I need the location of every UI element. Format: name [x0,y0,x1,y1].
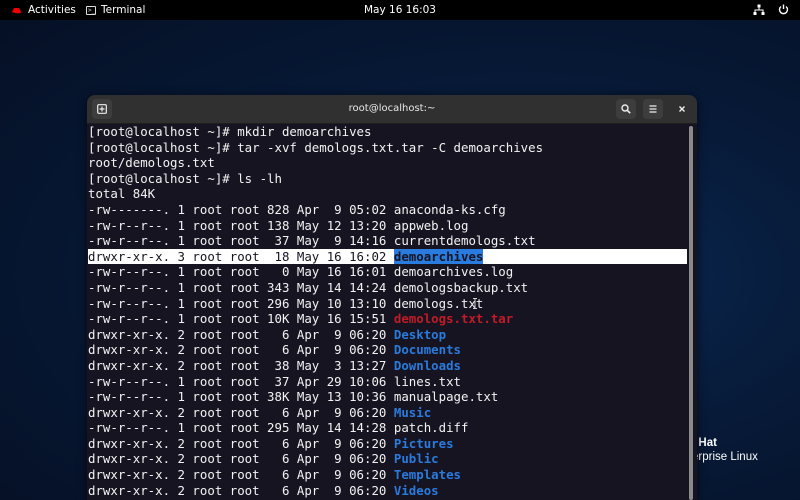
terminal-line[interactable]: -rw-r--r--. 1 root root 37 Apr 29 10:06 … [88,374,687,390]
file-name: anaconda-ks.cfg [393,201,506,217]
app-menu-label: Terminal [101,4,146,16]
line-text: -rw-r--r--. 1 root root 343 May 14 14:24 [88,279,394,295]
terminal-line[interactable]: [root@localhost ~]# mkdir demoarchives [88,124,687,140]
terminal-line[interactable]: drwxr-xr-x. 2 root root 6 Apr 9 06:20 De… [88,327,687,343]
line-text: drwxr-xr-x. 2 root root 6 Apr 9 06:20 [88,404,394,420]
terminal-line[interactable]: root/demologs.txt [88,155,687,171]
directory-name: Music [393,404,432,420]
file-name: currentdemologs.txt [393,233,536,249]
directory-name: Downloads [393,357,461,373]
terminal-line[interactable]: drwxr-xr-x. 2 root root 6 Apr 9 06:20 Do… [88,342,687,358]
archive-file-name: demologs.txt.tar [393,311,514,327]
terminal-line[interactable]: drwxr-xr-x. 2 root root 38 May 3 13:27 D… [88,358,687,374]
terminal-line[interactable]: drwxr-xr-x. 2 root root 6 Apr 9 06:20 Vi… [88,483,687,499]
scrollbar[interactable] [689,126,693,500]
file-name: demologs.txt [393,295,484,311]
power-icon[interactable] [778,0,789,20]
line-text: [root@localhost ~]# tar -xvf demologs.tx… [88,139,544,155]
directory-name: Desktop [393,326,447,342]
top-bar: Activities >_ Terminal May 16 16:03 [0,0,800,20]
activities-label: Activities [28,4,76,16]
brand-line1: l Hat [692,437,717,449]
line-text: [root@localhost ~]# mkdir demoarchives [88,124,372,139]
terminal-icon: >_ [86,5,96,15]
file-name: appweb.log [393,217,469,233]
terminal-line[interactable]: -rw-r--r--. 1 root root 0 May 16 16:01 d… [88,264,687,280]
redhat-hat-icon [11,7,22,14]
terminal-line[interactable]: -rw-------. 1 root root 828 Apr 9 05:02 … [88,202,687,218]
directory-name: Public [393,451,439,467]
directory-name: Templates [393,467,461,483]
terminal-line[interactable]: total 84K [88,186,687,202]
terminal-line[interactable]: -rw-r--r--. 1 root root 138 May 12 13:20… [88,218,687,234]
file-name: patch.diff [393,420,469,436]
line-text: -rw-r--r--. 1 root root 38K May 13 10:36 [88,389,394,405]
line-text: -rw-r--r--. 1 root root 37 May 9 14:16 [88,233,394,249]
desktop-brand-logo: l Hat erprise Linux [692,437,758,464]
terminal-line[interactable]: [root@localhost ~]# ls -lh [88,171,687,187]
terminal-line-selected[interactable]: drwxr-xr-x. 3 root root 18 May 16 16:02 … [88,248,687,265]
line-text: drwxr-xr-x. 2 root root 38 May 3 13:27 [88,357,394,373]
terminal-window[interactable]: root@localhost:~ [root@localhost ~]# mkd… [87,95,697,500]
terminal-line[interactable]: -rw-r--r--. 1 root root 296 May 10 13:10… [88,296,687,312]
new-tab-button[interactable] [92,99,112,119]
line-text: drwxr-xr-x. 2 root root 6 Apr 9 06:20 [88,326,394,342]
line-text: -rw-------. 1 root root 828 Apr 9 05:02 [88,201,394,217]
app-menu-terminal[interactable]: >_ Terminal [86,0,145,20]
file-name: lines.txt [393,373,461,389]
line-text: drwxr-xr-x. 3 root root 18 May 16 16:02 [88,248,394,264]
line-text: -rw-r--r--. 1 root root 296 May 10 13:10 [88,295,394,311]
line-text: drwxr-xr-x. 2 root root 6 Apr 9 06:20 [88,482,394,498]
line-text: -rw-r--r--. 1 root root 138 May 12 13:20 [88,217,394,233]
line-text: drwxr-xr-x. 2 root root 6 Apr 9 06:20 [88,451,394,467]
line-text: drwxr-xr-x. 2 root root 6 Apr 9 06:20 [88,467,394,483]
file-name: demologsbackup.txt [393,279,529,295]
line-text: drwxr-xr-x. 2 root root 6 Apr 9 06:20 [88,435,394,451]
menu-button[interactable] [643,99,663,119]
directory-name: Documents [393,342,461,358]
terminal-line[interactable]: drwxr-xr-x. 2 root root 6 Apr 9 06:20 Pi… [88,436,687,452]
terminal-line[interactable]: [root@localhost ~]# tar -xvf demologs.tx… [88,140,687,156]
mouse-ibeam-cursor-icon [473,298,477,309]
directory-name: Pictures [393,435,454,451]
window-title: root@localhost:~ [348,103,436,114]
line-text: -rw-r--r--. 1 root root 10K May 16 15:51 [88,311,394,327]
terminal-line[interactable]: drwxr-xr-x. 2 root root 6 Apr 9 06:20 Te… [88,467,687,483]
terminal-line[interactable]: -rw-r--r--. 1 root root 343 May 14 14:24… [88,280,687,296]
terminal-line[interactable]: -rw-r--r--. 1 root root 295 May 14 14:28… [88,420,687,436]
brand-line2: erprise Linux [692,451,758,463]
network-icon[interactable] [753,0,765,20]
line-text: -rw-r--r--. 1 root root 37 Apr 29 10:06 [88,373,394,389]
terminal-line[interactable]: -rw-r--r--. 1 root root 38K May 13 10:36… [88,389,687,405]
close-icon [679,106,685,112]
line-text: drwxr-xr-x. 2 root root 6 Apr 9 06:20 [88,342,394,358]
directory-name: demoarchives [393,248,484,264]
hamburger-menu-icon [649,105,657,113]
terminal-line[interactable]: drwxr-xr-x. 2 root root 6 Apr 9 06:20 Mu… [88,405,687,421]
scrollbar-thumb[interactable] [689,126,693,500]
clock[interactable]: May 16 16:03 [364,4,436,16]
file-name: demoarchives.log [393,264,514,280]
new-tab-icon [97,104,107,114]
line-text: total 84K [88,186,156,202]
window-headerbar[interactable]: root@localhost:~ [87,95,697,124]
terminal-line[interactable]: drwxr-xr-x. 2 root root 6 Apr 9 06:20 Pu… [88,451,687,467]
directory-name: Videos [393,482,439,498]
search-icon [621,104,631,114]
terminal-line[interactable]: -rw-r--r--. 1 root root 37 May 9 14:16 c… [88,233,687,249]
line-text: [root@localhost ~]# ls -lh [88,170,282,186]
search-button[interactable] [616,99,636,119]
line-text: root/demologs.txt [88,155,215,171]
line-text: -rw-r--r--. 1 root root 295 May 14 14:28 [88,420,394,436]
line-text: -rw-r--r--. 1 root root 0 May 16 16:01 [88,264,394,280]
activities-button[interactable]: Activities [11,0,76,20]
terminal-line[interactable]: -rw-r--r--. 1 root root 10K May 16 15:51… [88,311,687,327]
close-button[interactable] [672,99,692,119]
terminal-output[interactable]: [root@localhost ~]# mkdir demoarchives [r… [88,124,687,500]
file-name: manualpage.txt [393,389,499,405]
